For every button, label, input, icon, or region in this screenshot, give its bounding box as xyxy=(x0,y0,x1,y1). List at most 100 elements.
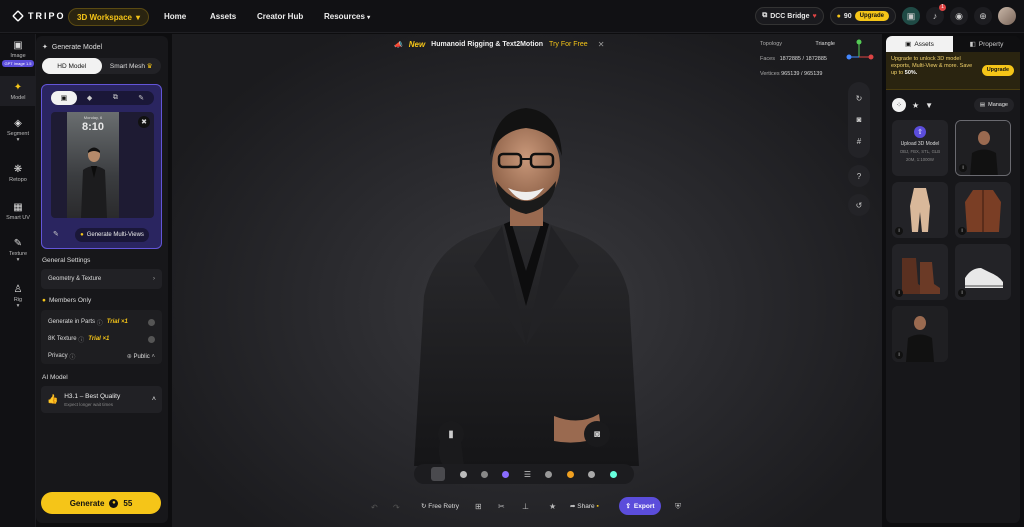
viewport[interactable]: 📣 New Humanoid Rigging & Text2Motion Try… xyxy=(172,34,882,527)
rail-retopo-label: Retopo xyxy=(9,177,27,183)
grid-view-icon[interactable]: ⊞ xyxy=(475,502,482,511)
promo-pct: 50%. xyxy=(904,70,918,76)
camera-icon[interactable]: ◙ xyxy=(857,115,862,124)
banner-try-link[interactable]: Try For Free xyxy=(549,41,588,48)
chevron-down-icon: ▾ xyxy=(367,15,371,21)
asset-card-boots[interactable]: i xyxy=(892,244,948,300)
axis-gizmo-icon[interactable] xyxy=(844,37,874,67)
share-icon: ➦ xyxy=(570,503,576,510)
info-icon[interactable]: i xyxy=(895,351,903,359)
info-icon[interactable]: i xyxy=(895,227,903,235)
nav-creator-hub[interactable]: Creator Hub xyxy=(257,12,324,21)
upload-icon: ⇧ xyxy=(914,126,926,138)
nav-resources[interactable]: Resources ▾ xyxy=(324,12,384,21)
generate-button[interactable]: Generate ● 55 xyxy=(41,492,161,514)
dcc-bridge-button[interactable]: ⧉ DCC Bridge ♥ xyxy=(755,7,824,25)
rail-texture[interactable]: ✎ Texture ▾ xyxy=(0,238,36,270)
rail-model[interactable]: ✦ Model xyxy=(0,76,36,106)
upgrade-button[interactable]: Upgrade xyxy=(854,11,889,21)
redo-icon[interactable]: ↷ xyxy=(393,503,400,512)
uploaded-image[interactable]: Monday, 6 8:10 ✖ xyxy=(51,112,154,218)
geometry-texture-row[interactable]: Geometry & Texture › xyxy=(41,269,162,289)
rail-smart-uv[interactable]: ▦ Smart UV xyxy=(0,202,36,224)
light-silver[interactable] xyxy=(588,470,596,478)
cube-icon[interactable]: ◆ xyxy=(77,91,103,105)
generate-multiviews-button[interactable]: ● Generate Multi-Views xyxy=(75,228,149,242)
nav-home[interactable]: Home xyxy=(164,12,210,21)
export-button[interactable]: ⇪ Export xyxy=(619,497,661,515)
bell-icon[interactable]: ♪ 1 xyxy=(926,4,946,25)
rail-rig[interactable]: ♙ Rig ▾ xyxy=(0,284,36,316)
material-thumbnail[interactable] xyxy=(431,467,446,481)
asset-card-jacket[interactable]: i xyxy=(955,182,1011,238)
all-grid-icon[interactable]: ⁘ xyxy=(892,98,906,112)
banner-new: New xyxy=(408,40,426,49)
help-icon[interactable]: ? xyxy=(848,165,870,187)
light-cyan[interactable] xyxy=(609,470,617,478)
info-icon[interactable]: i xyxy=(959,164,967,172)
bridge-icon: ⧉ xyxy=(762,12,768,19)
star-icon[interactable]: ★ xyxy=(549,502,556,511)
rotate-icon[interactable]: ↻ xyxy=(856,94,863,103)
material-normal[interactable] xyxy=(502,470,510,478)
workspace-button[interactable]: 3D Workspace ▾ xyxy=(68,8,150,26)
info-icon[interactable]: i xyxy=(958,289,966,297)
tab-property[interactable]: ◧ Property xyxy=(953,36,1020,52)
upload-3d-model-card[interactable]: ⇧ Upload 3D Model OBJ, FBX, STL, GLB 20M… xyxy=(892,120,948,176)
sliders-icon[interactable]: ☰ xyxy=(524,470,531,479)
undo-icon[interactable]: ↶ xyxy=(371,503,378,512)
magic-wand-icon[interactable]: ✎ xyxy=(53,230,59,238)
chat-icon[interactable]: ◉ xyxy=(950,7,968,25)
rail-retopo[interactable]: ❋ Retopo xyxy=(0,164,36,186)
info-icon[interactable]: i xyxy=(895,289,903,297)
rail-image[interactable]: ▣ Image GPT Image 1.5 xyxy=(0,40,36,72)
gift-icon[interactable]: ▣ xyxy=(902,7,920,25)
nav-assets[interactable]: Assets xyxy=(210,12,257,21)
rail-segment[interactable]: ◈ Segment ▾ xyxy=(0,118,36,150)
light-orange[interactable] xyxy=(566,470,574,478)
trash-icon[interactable]: ✖ xyxy=(138,116,150,128)
history-icon[interactable]: ↺ xyxy=(848,194,870,216)
flashlight-icon[interactable]: ▮ xyxy=(438,421,464,447)
asset-card-outfit[interactable]: i xyxy=(892,182,948,238)
share-button[interactable]: ➦ Share ▪ xyxy=(570,502,599,510)
manage-icon: ▤ xyxy=(979,102,986,108)
anchor-icon[interactable]: ⊥ xyxy=(522,502,529,511)
banner-text: Humanoid Rigging & Text2Motion xyxy=(431,41,544,48)
credits-pill[interactable]: ● 90 Upgrade xyxy=(829,7,896,25)
generate-panel: ✦ Generate Model HD Model Smart Mesh ♛ ▣ … xyxy=(36,36,168,523)
star-icon[interactable]: ★ xyxy=(912,101,919,110)
filter-icon[interactable]: ▼ xyxy=(925,101,933,110)
promo-upgrade-button[interactable]: Upgrade xyxy=(981,65,1014,76)
material-shaded[interactable] xyxy=(481,470,489,478)
3d-model-render[interactable] xyxy=(404,96,649,466)
multi-image-icon[interactable]: ⧉ xyxy=(103,91,129,105)
avatar[interactable] xyxy=(998,7,1016,25)
asset-card-man[interactable]: i xyxy=(955,120,1011,176)
single-image-icon[interactable]: ▣ xyxy=(51,91,77,105)
gen-parts-toggle[interactable] xyxy=(148,318,155,326)
8k-toggle[interactable] xyxy=(148,335,155,343)
grid-icon[interactable]: # xyxy=(857,137,861,146)
left-rail: ▣ Image GPT Image 1.5 ✦ Model ◈ Segment ▾ ❋ Re… xyxy=(0,34,36,527)
asset-card-man-2[interactable]: i xyxy=(892,306,948,362)
topology-label: Topology xyxy=(760,41,783,47)
asset-card-sneaker[interactable]: i xyxy=(955,244,1011,300)
material-clay[interactable] xyxy=(459,470,467,478)
tripo-logo[interactable]: TRIPO xyxy=(12,10,66,22)
light-gray[interactable] xyxy=(545,470,553,478)
info-icon[interactable]: i xyxy=(958,227,966,235)
globe-icon[interactable]: ⊕ xyxy=(974,7,992,25)
manage-button[interactable]: ▤ Manage xyxy=(973,98,1014,112)
tab-hd-model[interactable]: HD Model xyxy=(42,58,102,74)
scissors-icon[interactable]: ✂ xyxy=(498,502,505,511)
tab-assets[interactable]: ▣ Assets xyxy=(886,36,953,52)
shield-icon[interactable]: ⛨ xyxy=(675,502,681,512)
privacy-select[interactable]: ⊕ Public ˄ xyxy=(127,353,155,360)
pen-icon[interactable]: ✎ xyxy=(128,91,154,105)
ai-model-select[interactable]: 👍 H3.1 – Best Quality Expect longer wait … xyxy=(41,386,162,413)
close-icon[interactable]: ✕ xyxy=(598,40,605,49)
free-retry-button[interactable]: ↻ Free Retry xyxy=(421,502,459,510)
tab-smart-mesh[interactable]: Smart Mesh ♛ xyxy=(102,58,162,74)
camera-icon[interactable]: ◙ xyxy=(584,421,610,447)
